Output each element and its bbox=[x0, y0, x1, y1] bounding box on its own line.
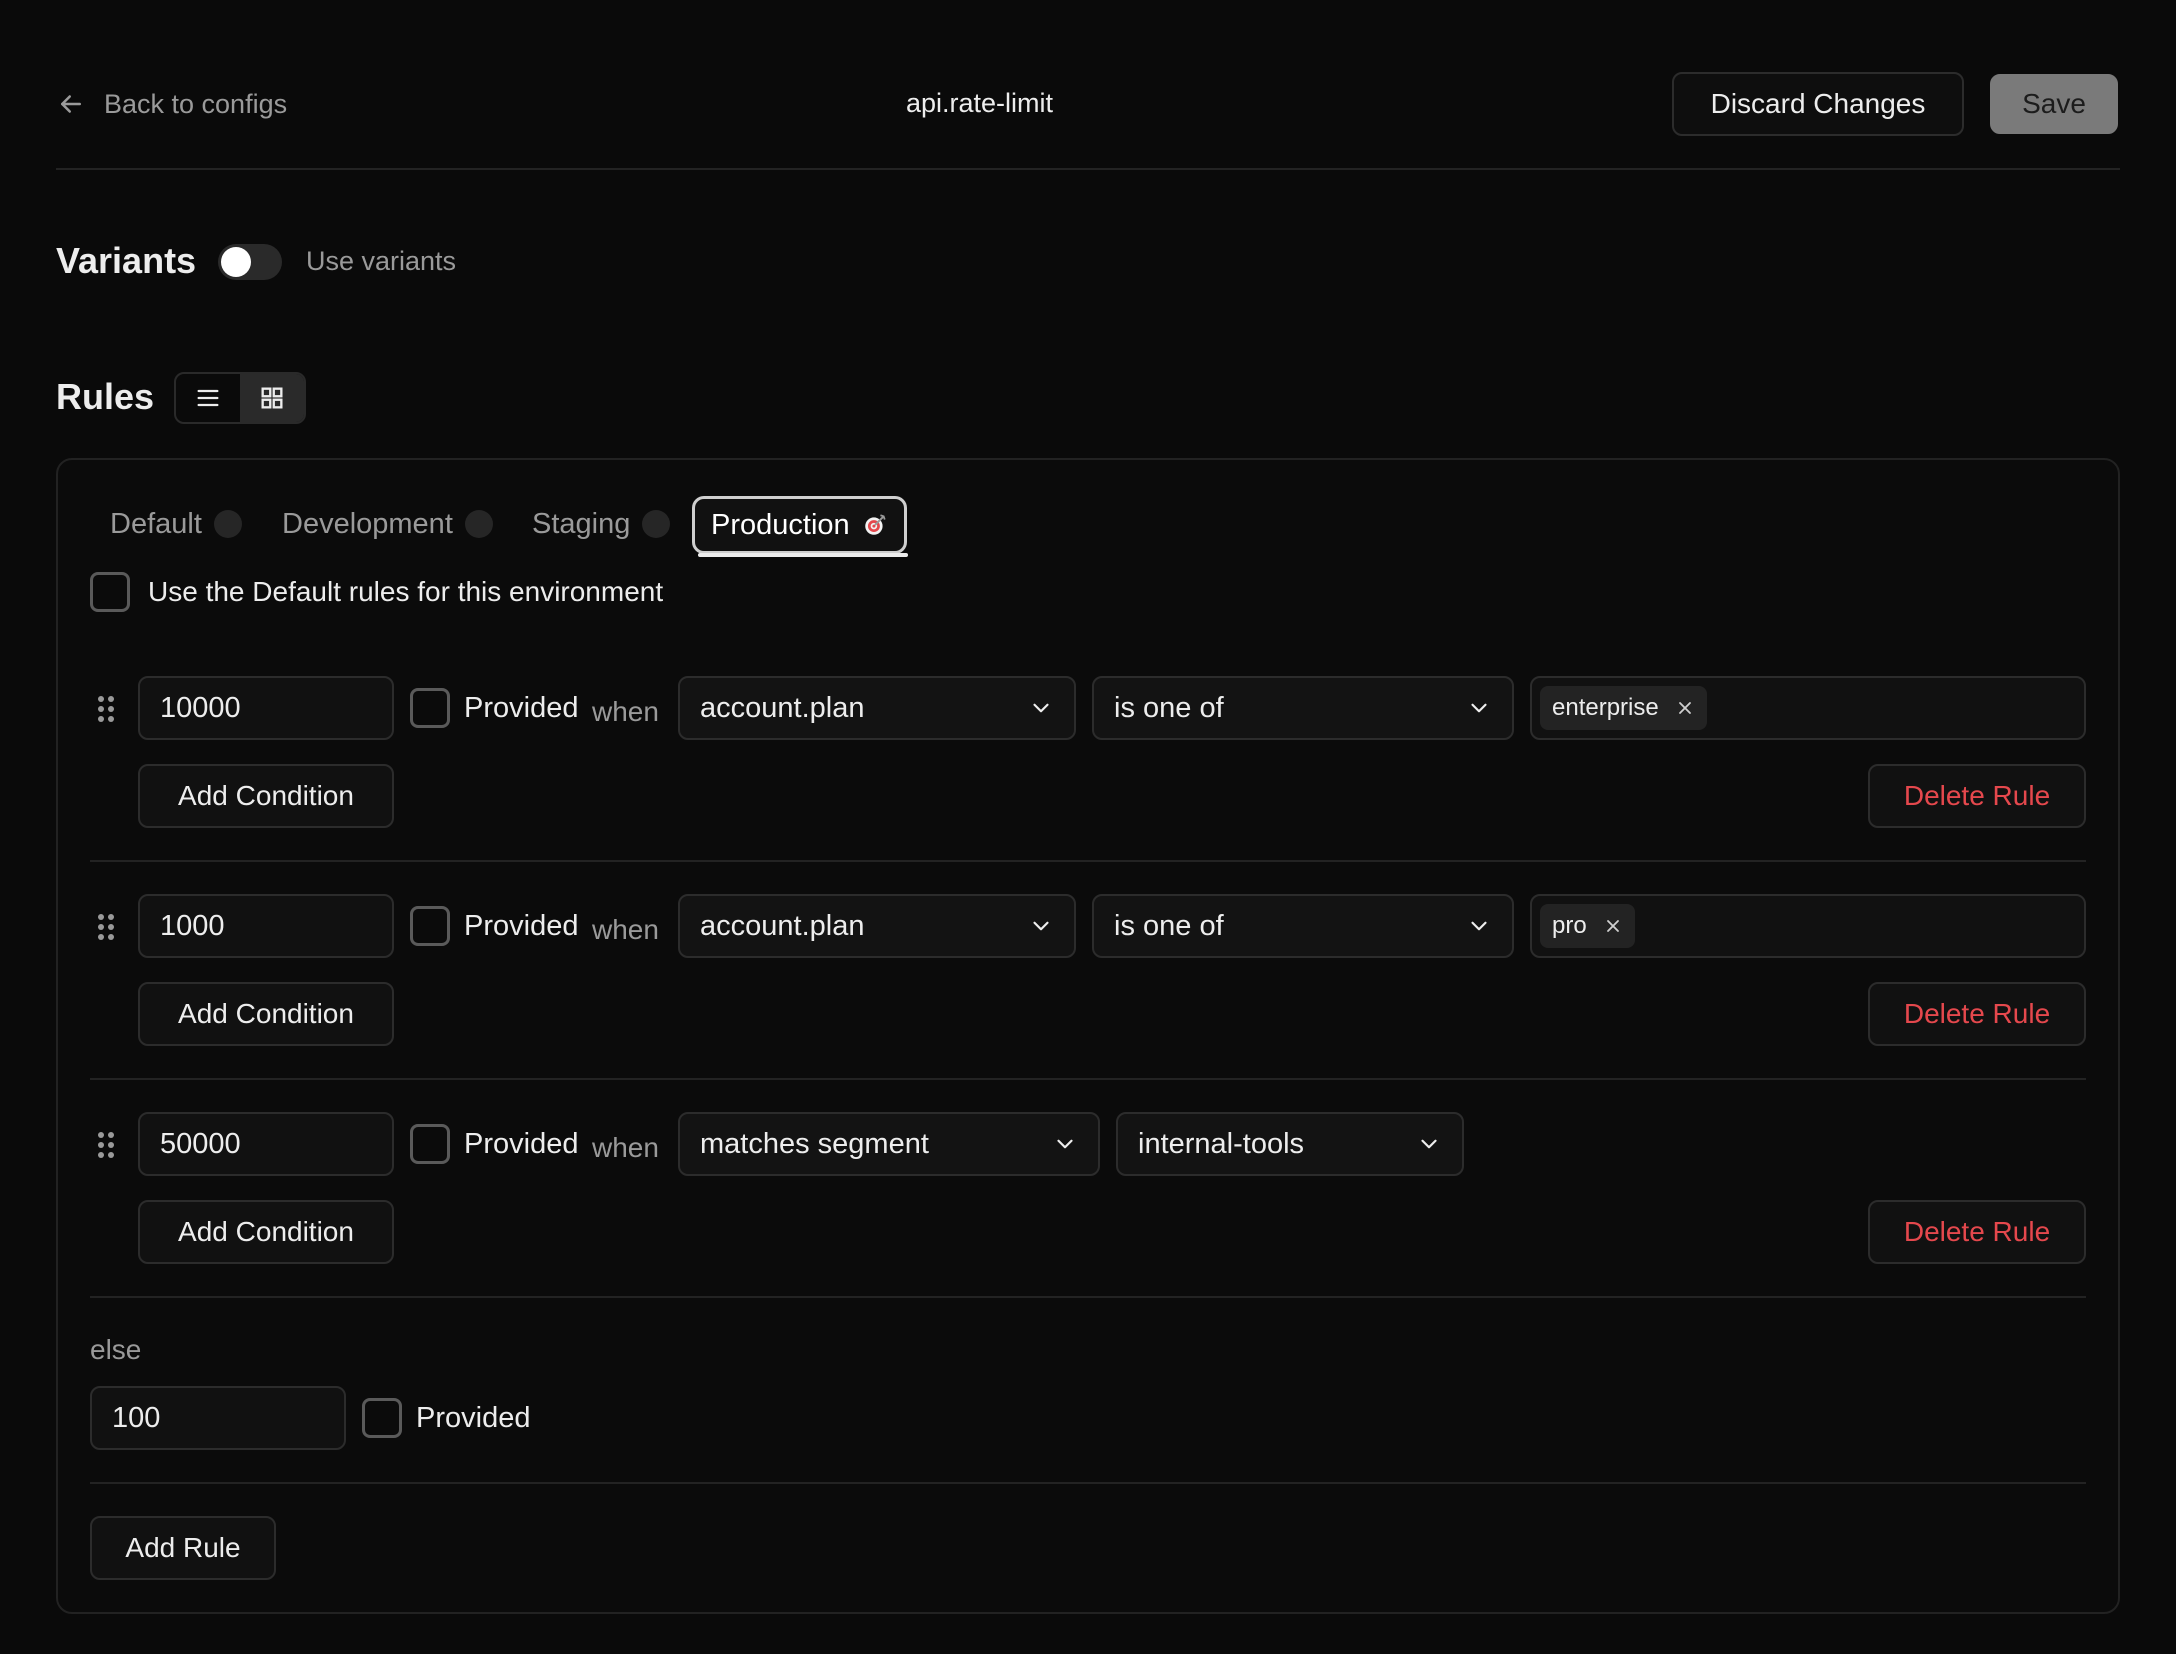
value-chip: pro bbox=[1540, 904, 1635, 948]
variants-heading: Variants bbox=[56, 240, 197, 281]
use-variants-label: Use variants bbox=[306, 246, 457, 276]
operator-select[interactable]: is one of bbox=[1092, 894, 1514, 958]
tab-development[interactable]: Development bbox=[282, 498, 493, 550]
provided-row: Provided bbox=[410, 688, 578, 728]
tab-label: Default bbox=[110, 507, 202, 540]
use-default-rules-label: Use the Default rules for this environme… bbox=[148, 576, 664, 607]
target-icon bbox=[864, 514, 886, 535]
use-variants-toggle[interactable] bbox=[218, 244, 282, 280]
value-chip: enterprise bbox=[1540, 686, 1707, 730]
add-condition-button[interactable]: Add Condition bbox=[138, 982, 394, 1046]
tab-label: Development bbox=[282, 507, 453, 540]
chevron-down-icon bbox=[1033, 703, 1049, 713]
attribute-select[interactable]: matches segment bbox=[678, 1112, 1100, 1176]
provided-checkbox[interactable] bbox=[410, 688, 450, 728]
rule-divider bbox=[90, 1296, 2086, 1298]
rules-heading: Rules bbox=[56, 376, 155, 417]
provided-row: Provided bbox=[410, 906, 578, 946]
toggle-knob bbox=[221, 247, 251, 277]
add-rule-button[interactable]: Add Rule bbox=[90, 1516, 276, 1580]
delete-rule-button[interactable]: Delete Rule bbox=[1868, 982, 2086, 1046]
when-label: when bbox=[592, 696, 659, 727]
drag-handle-icon[interactable] bbox=[96, 1130, 116, 1160]
page-title: api.rate-limit bbox=[906, 88, 1054, 118]
operator-select-value: is one of bbox=[1114, 909, 1224, 942]
rule-divider bbox=[90, 1078, 2086, 1080]
add-condition-button[interactable]: Add Condition bbox=[138, 1200, 394, 1264]
values-multiselect[interactable]: pro bbox=[1530, 894, 2086, 958]
close-icon[interactable] bbox=[1675, 698, 1695, 718]
rule-value-input[interactable]: 1000 bbox=[138, 894, 394, 958]
grid-view-button[interactable] bbox=[240, 374, 304, 422]
delete-rule-button[interactable]: Delete Rule bbox=[1868, 764, 2086, 828]
delete-rule-button[interactable]: Delete Rule bbox=[1868, 1200, 2086, 1264]
else-label: else bbox=[90, 1334, 142, 1365]
grid-icon bbox=[261, 387, 283, 409]
else-provided-row: Provided bbox=[362, 1398, 530, 1438]
attribute-select[interactable]: account.plan bbox=[678, 676, 1076, 740]
chip-label: pro bbox=[1552, 912, 1587, 939]
tab-label: Production bbox=[711, 508, 850, 541]
operator-select-value: is one of bbox=[1114, 691, 1224, 724]
attribute-select[interactable]: account.plan bbox=[678, 894, 1076, 958]
operator-select[interactable]: is one of bbox=[1092, 676, 1514, 740]
tab-label: Staging bbox=[532, 507, 631, 540]
provided-row: Provided bbox=[410, 1124, 578, 1164]
tab-staging[interactable]: Staging bbox=[532, 498, 671, 550]
provided-checkbox[interactable] bbox=[410, 1124, 450, 1164]
chip-label: enterprise bbox=[1552, 694, 1659, 721]
drag-handle-icon[interactable] bbox=[96, 912, 116, 942]
when-label: when bbox=[592, 1132, 659, 1163]
add-condition-button[interactable]: Add Condition bbox=[138, 764, 394, 828]
use-default-rules-row: Use the Default rules for this environme… bbox=[90, 572, 663, 612]
attribute-select-value: account.plan bbox=[700, 909, 865, 942]
else-divider bbox=[90, 1482, 2086, 1484]
chevron-down-icon bbox=[1471, 921, 1487, 931]
provided-label: Provided bbox=[464, 1127, 579, 1160]
list-icon bbox=[197, 389, 219, 407]
tab-production[interactable]: Production bbox=[692, 496, 907, 554]
status-dot-icon bbox=[464, 510, 493, 538]
else-value-input[interactable]: 100 bbox=[90, 1386, 346, 1450]
header-divider bbox=[56, 168, 2120, 170]
chevron-down-icon bbox=[1057, 1139, 1073, 1149]
values-multiselect[interactable]: enterprise bbox=[1530, 676, 2086, 740]
view-mode-toggle bbox=[174, 372, 306, 424]
segment-select-value: internal-tools bbox=[1138, 1127, 1305, 1160]
rule-value-input[interactable]: 10000 bbox=[138, 676, 394, 740]
drag-handle-icon[interactable] bbox=[96, 694, 116, 724]
segment-select[interactable]: internal-tools bbox=[1116, 1112, 1464, 1176]
provided-label: Provided bbox=[464, 691, 579, 724]
chevron-down-icon bbox=[1033, 921, 1049, 931]
list-view-button[interactable] bbox=[176, 374, 240, 422]
discard-changes-button[interactable]: Discard Changes bbox=[1672, 72, 1964, 136]
provided-label: Provided bbox=[416, 1401, 531, 1434]
tab-default[interactable]: Default bbox=[110, 498, 242, 550]
close-icon[interactable] bbox=[1603, 916, 1623, 936]
status-dot-icon bbox=[642, 510, 671, 538]
attribute-select-value: matches segment bbox=[700, 1127, 929, 1160]
rule-value-input[interactable]: 50000 bbox=[138, 1112, 394, 1176]
provided-checkbox[interactable] bbox=[362, 1398, 402, 1438]
active-tab-underline bbox=[698, 553, 908, 557]
status-dot-icon bbox=[213, 510, 242, 538]
use-default-rules-checkbox[interactable] bbox=[90, 572, 130, 612]
rule-divider bbox=[90, 860, 2086, 862]
provided-checkbox[interactable] bbox=[410, 906, 450, 946]
chevron-down-icon bbox=[1421, 1139, 1437, 1149]
provided-label: Provided bbox=[464, 909, 579, 942]
attribute-select-value: account.plan bbox=[700, 691, 865, 724]
when-label: when bbox=[592, 914, 659, 945]
chevron-down-icon bbox=[1471, 703, 1487, 713]
save-button[interactable]: Save bbox=[1990, 74, 2118, 134]
